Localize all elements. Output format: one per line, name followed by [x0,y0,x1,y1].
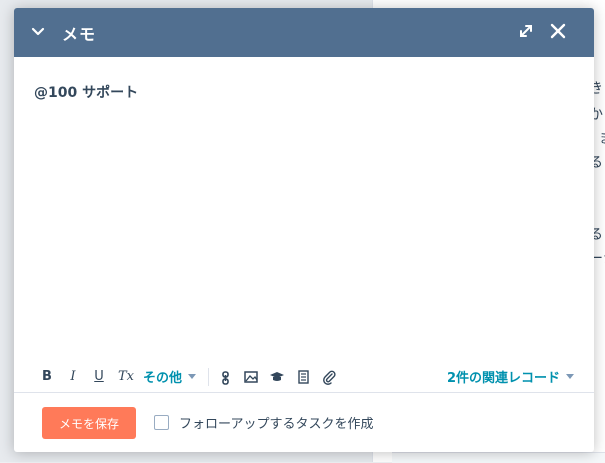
more-dropdown[interactable]: その他 [143,366,197,386]
underline-button[interactable]: U [92,366,106,386]
followup-label: フォローアップするタスクを作成 [179,417,374,432]
caret-down-icon [188,373,197,379]
chevron-down-icon[interactable] [30,24,46,40]
followup-checkbox[interactable] [154,415,169,430]
close-icon[interactable] [549,22,567,40]
toolbar-divider [208,368,209,386]
bold-button[interactable]: B [40,366,54,386]
save-note-button[interactable]: メモを保存 [42,407,136,439]
caret-down-icon [566,373,574,379]
note-modal: メモ @100 サポート B I U Tx その他 2件の関連レコード メモを保… [14,8,594,452]
clear-format-button[interactable]: Tx [117,366,135,386]
associations-label: 2件の関連レコード [446,370,560,386]
followup-task-option[interactable]: フォローアップするタスクを作成 [154,413,373,432]
associations-dropdown[interactable]: 2件の関連レコード [447,366,574,386]
expand-icon[interactable] [517,22,535,40]
footer-divider [14,392,594,393]
graduation-cap-icon[interactable] [269,371,285,383]
italic-button[interactable]: I [66,366,80,386]
document-icon[interactable] [298,370,309,384]
editor-toolbar: B I U Tx その他 2件の関連レコード [14,362,594,390]
image-icon[interactable] [244,371,258,383]
more-label: その他 [143,370,183,386]
paperclip-icon[interactable] [322,369,336,385]
modal-header: メモ [14,8,594,57]
background-text: ま [599,128,605,148]
modal-title: メモ [62,25,97,44]
note-editor[interactable]: @100 サポート [34,82,138,102]
link-icon[interactable] [220,371,232,385]
background-bottom-bar [392,452,605,463]
